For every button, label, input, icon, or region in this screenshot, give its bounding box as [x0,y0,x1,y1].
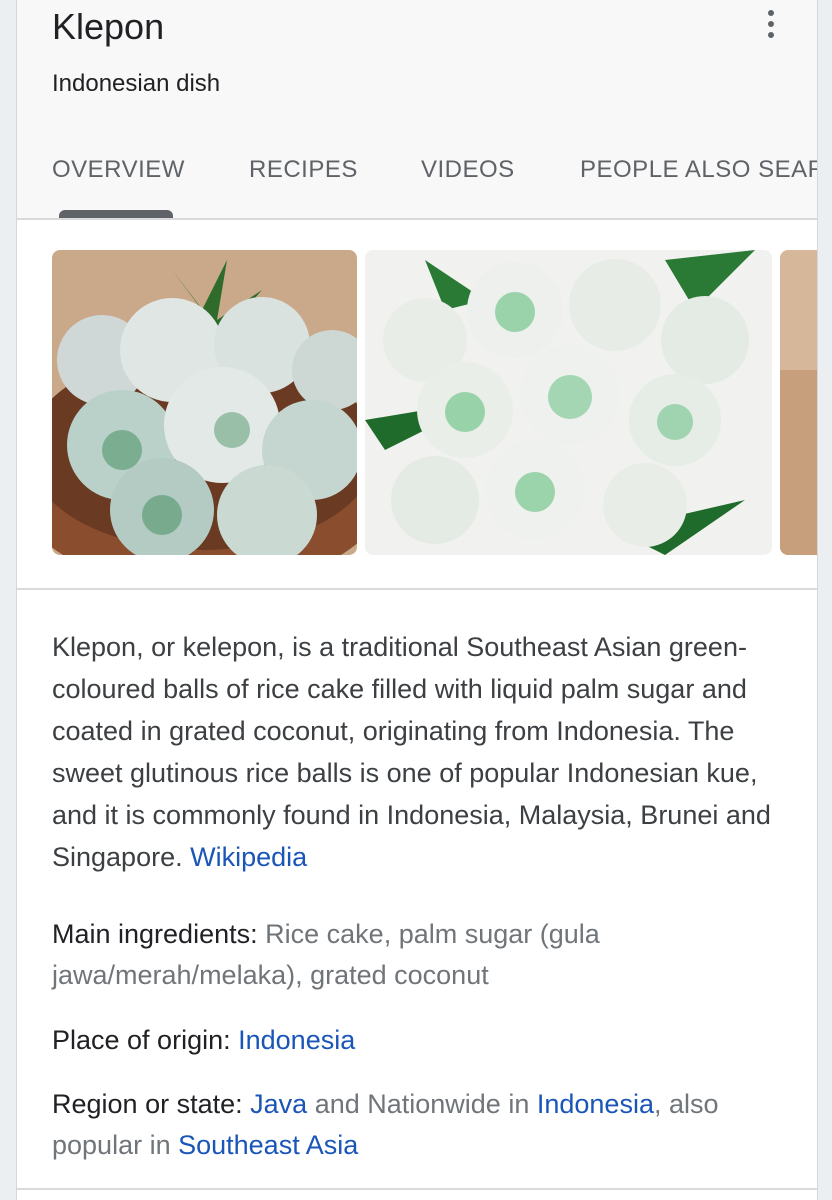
section-divider [17,1188,817,1190]
tab-people-also-search[interactable]: PEOPLE ALSO SEAR [580,156,817,184]
tab-selected-indicator [59,210,173,218]
southeast-asia-link[interactable]: Southeast Asia [178,1130,358,1160]
entity-description: Klepon, or kelepon, is a traditional Sou… [52,626,792,878]
fact-region: Region or state: Java and Nationwide in … [52,1084,802,1166]
more-vert-icon[interactable] [747,4,795,44]
image-klepon-leaves[interactable] [365,250,772,555]
wikipedia-link[interactable]: Wikipedia [190,842,307,872]
fact-label: Place of origin: [52,1025,231,1055]
fact-place-of-origin: Place of origin: Indonesia [52,1020,802,1061]
java-link[interactable]: Java [250,1089,307,1119]
origin-link[interactable]: Indonesia [238,1025,355,1055]
tab-videos[interactable]: VIDEOS [421,156,515,184]
panel-header: Klepon Indonesian dish OVERVIEW RECIPES … [17,0,817,220]
entity-subtitle: Indonesian dish [52,70,221,97]
fact-main-ingredients: Main ingredients: Rice cake, palm sugar … [52,914,802,996]
image-klepon-partial[interactable] [780,250,817,555]
fact-label: Main ingredients: [52,919,258,949]
image-carousel[interactable] [17,250,817,556]
section-divider [17,588,817,590]
tab-recipes[interactable]: RECIPES [249,156,358,184]
tab-overview[interactable]: OVERVIEW [52,156,185,184]
indonesia-link[interactable]: Indonesia [537,1089,654,1119]
region-text: and Nationwide in [314,1089,530,1119]
knowledge-panel: Klepon Indonesian dish OVERVIEW RECIPES … [16,0,818,1200]
description-text: Klepon, or kelepon, is a traditional Sou… [52,632,771,872]
image-klepon-plate[interactable] [52,250,357,555]
fact-label: Region or state: [52,1089,243,1119]
tab-bar: OVERVIEW RECIPES VIDEOS PEOPLE ALSO SEAR [17,150,817,210]
entity-title: Klepon [52,6,165,47]
